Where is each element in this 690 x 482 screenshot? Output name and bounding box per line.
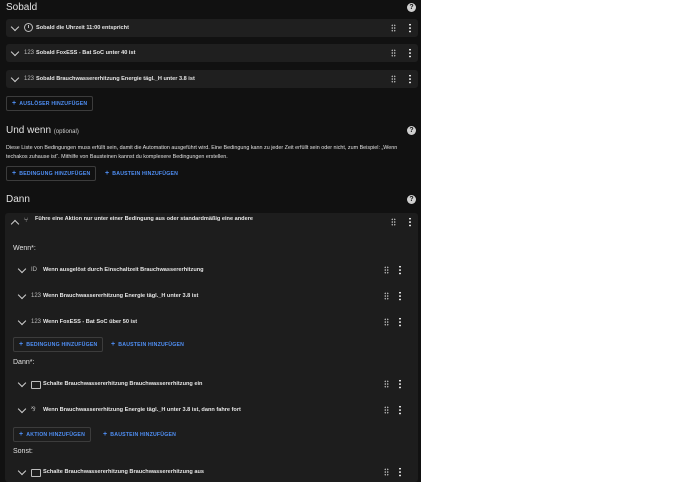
condition-label: Wenn ausgelöst durch Einschaltzeit Brauc… <box>43 267 204 273</box>
plus-icon: + <box>19 431 24 438</box>
toggle-icon <box>31 469 41 477</box>
drag-handle-icon[interactable] <box>384 380 389 388</box>
plus-icon: + <box>12 100 17 107</box>
else-action-row[interactable]: Schalte Brauchwassererhitzung Brauchwass… <box>13 460 413 482</box>
chevron-down-icon[interactable] <box>10 47 20 57</box>
more-vert-icon[interactable] <box>399 291 401 301</box>
plus-icon: + <box>12 170 17 177</box>
drag-handle-icon[interactable] <box>391 49 396 57</box>
trigger-label: Sobald Brauchwassererhitzung Energie täg… <box>36 76 195 82</box>
trigger-label: Sobald FoxESS - Bat SoC unter 40 ist <box>36 50 136 56</box>
toggle-icon <box>31 381 41 389</box>
help-icon[interactable]: ? <box>407 195 416 204</box>
plus-icon: + <box>103 431 108 438</box>
add-condition-label: BEDINGUNG HINZUFÜGEN <box>26 342 98 348</box>
optional-label: (optional) <box>53 129 79 135</box>
sonst-label: Sonst: <box>13 448 33 455</box>
choose-action-label: Führe eine Aktion nur unter einer Beding… <box>35 216 253 222</box>
branch-icon: ⑂ <box>24 217 29 224</box>
conditions-description: Diese Liste von Bedingungen muss erfüllt… <box>6 145 398 160</box>
add-block-button[interactable]: + BAUSTEIN HINZUFÜGEN <box>100 167 183 180</box>
wenn-label: Wenn*: <box>13 245 36 252</box>
condition-label: Wenn Brauchwassererhitzung Energie tägl.… <box>43 293 199 299</box>
action-label: Wenn Brauchwassererhitzung Energie tägl.… <box>43 407 241 413</box>
action-row[interactable]: Schalte Brauchwassererhitzung Brauchwass… <box>13 372 413 396</box>
drag-handle-icon[interactable] <box>391 75 396 83</box>
action-label: Schalte Brauchwassererhitzung Brauchwass… <box>43 469 205 475</box>
chevron-down-icon[interactable] <box>17 378 27 388</box>
more-vert-icon[interactable] <box>399 317 401 327</box>
id-icon: ID <box>31 267 37 273</box>
und-wenn-heading: Und wenn <box>6 125 52 136</box>
add-block-button[interactable]: + BAUSTEIN HINZUFÜGEN <box>106 338 189 351</box>
numeric-icon: 123 <box>24 50 35 56</box>
help-icon[interactable]: ? <box>407 3 416 12</box>
add-action-label: AKTION HINZUFÜGEN <box>26 432 86 438</box>
add-condition-button[interactable]: + BEDINGUNG HINZUFÜGEN <box>13 337 104 352</box>
add-block-label: BAUSTEIN HINZUFÜGEN <box>118 342 185 348</box>
drag-handle-icon[interactable] <box>384 318 389 326</box>
trigger-card[interactable]: Sobald die Uhrzeit 11:00 entspricht <box>6 19 418 37</box>
chevron-up-icon[interactable] <box>10 219 20 229</box>
numeric-icon: 123 <box>31 319 42 325</box>
drag-handle-icon[interactable] <box>384 292 389 300</box>
condition-label: Wenn FoxESS - Bat SoC über 50 ist <box>43 319 138 325</box>
more-vert-icon[interactable] <box>409 23 411 33</box>
condition-row[interactable]: ID Wenn ausgelöst durch Einschaltzeit Br… <box>13 258 413 282</box>
numeric-icon: 123 <box>31 293 42 299</box>
plus-icon: + <box>19 341 24 348</box>
chevron-down-icon[interactable] <box>17 290 27 300</box>
chevron-down-icon[interactable] <box>10 73 20 83</box>
drag-handle-icon[interactable] <box>384 406 389 414</box>
dann-label: Dann*: <box>13 359 35 366</box>
add-block-label: BAUSTEIN HINZUFÜGEN <box>112 171 179 177</box>
drag-handle-icon[interactable] <box>384 468 389 476</box>
more-vert-icon[interactable] <box>399 467 401 477</box>
action-row[interactable]: ⅋ Wenn Brauchwassererhitzung Energie täg… <box>13 398 413 422</box>
more-vert-icon[interactable] <box>409 74 411 84</box>
more-vert-icon[interactable] <box>399 379 401 389</box>
trigger-label: Sobald die Uhrzeit 11:00 entspricht <box>36 25 129 31</box>
add-trigger-label: AUSLÖSER HINZUFÜGEN <box>19 101 88 107</box>
add-action-button[interactable]: + AKTION HINZUFÜGEN <box>13 427 92 442</box>
drag-handle-icon[interactable] <box>391 24 396 32</box>
more-vert-icon[interactable] <box>409 217 411 227</box>
help-icon[interactable]: ? <box>407 126 416 135</box>
more-vert-icon[interactable] <box>399 405 401 415</box>
automation-editor-panel: Sobald ? Sobald die Uhrzeit 11:00 entspr… <box>0 0 421 482</box>
chevron-down-icon[interactable] <box>17 404 27 414</box>
add-block-label: BAUSTEIN HINZUFÜGEN <box>110 432 177 438</box>
clock-icon <box>24 23 33 32</box>
more-vert-icon[interactable] <box>399 265 401 275</box>
drag-handle-icon[interactable] <box>384 266 389 274</box>
add-block-button[interactable]: + BAUSTEIN HINZUFÜGEN <box>98 428 181 441</box>
plus-icon: + <box>111 341 116 348</box>
chevron-down-icon[interactable] <box>10 22 20 32</box>
add-trigger-button[interactable]: + AUSLÖSER HINZUFÜGEN <box>6 96 94 111</box>
more-vert-icon[interactable] <box>409 48 411 58</box>
add-condition-button[interactable]: + BEDINGUNG HINZUFÜGEN <box>6 166 97 181</box>
drag-handle-icon[interactable] <box>391 218 396 226</box>
if-else-icon: ⅋ <box>31 407 36 413</box>
trigger-card[interactable]: 123 Sobald FoxESS - Bat SoC unter 40 ist <box>6 44 418 62</box>
sobald-title: Sobald <box>6 2 38 13</box>
und-wenn-title: Und wenn (optional) <box>6 125 79 136</box>
trigger-card[interactable]: 123 Sobald Brauchwassererhitzung Energie… <box>6 70 418 88</box>
numeric-icon: 123 <box>24 76 35 82</box>
dann-title: Dann <box>6 194 30 205</box>
chevron-down-icon[interactable] <box>17 466 27 476</box>
action-label: Schalte Brauchwassererhitzung Brauchwass… <box>43 381 203 387</box>
chevron-down-icon[interactable] <box>17 264 27 274</box>
condition-row[interactable]: 123 Wenn FoxESS - Bat SoC über 50 ist <box>13 310 413 334</box>
condition-row[interactable]: 123 Wenn Brauchwassererhitzung Energie t… <box>13 284 413 308</box>
plus-icon: + <box>105 170 110 177</box>
chevron-down-icon[interactable] <box>17 316 27 326</box>
add-condition-label: BEDINGUNG HINZUFÜGEN <box>19 171 91 177</box>
